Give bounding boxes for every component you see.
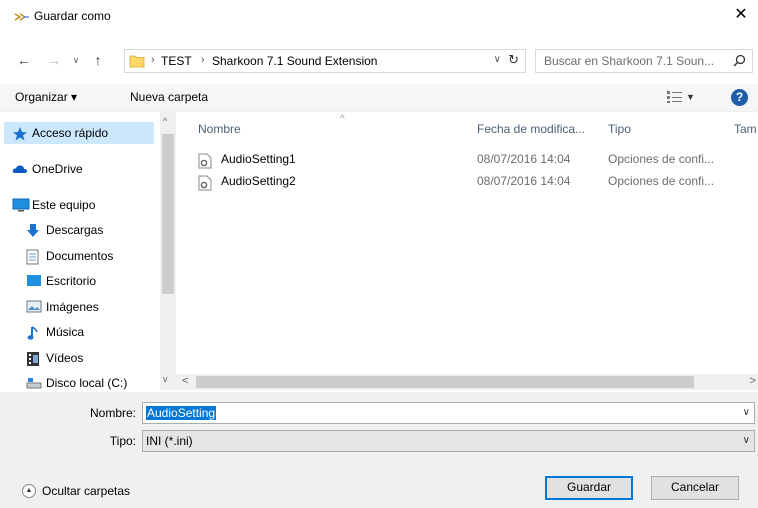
sidebar-item-label: Descargas: [46, 223, 104, 237]
file-type: Opciones de confi...: [608, 152, 715, 166]
breadcrumb-separator: ›: [201, 54, 205, 66]
close-icon[interactable]: ✕: [724, 0, 758, 32]
column-header-name[interactable]: Nombre ^: [198, 114, 345, 136]
file-date: 08/07/2016 14:04: [477, 152, 571, 166]
scroll-down-arrow-icon[interactable]: v: [163, 374, 168, 384]
breadcrumb-item-test[interactable]: TEST: [161, 54, 192, 68]
file-row[interactable]: AudioSetting1 08/07/2016 14:04 Opciones …: [188, 150, 758, 170]
collapse-chevron-icon: ▲: [22, 484, 36, 498]
column-header-size[interactable]: Tam: [734, 122, 757, 136]
music-icon: [26, 325, 42, 340]
title-bar: Guardar como ✕: [0, 0, 758, 32]
refresh-icon[interactable]: ↻: [508, 52, 519, 68]
file-name-input[interactable]: AudioSetting ∨: [142, 402, 755, 424]
file-type-value: INI (*.ini): [146, 434, 193, 448]
sidebar-item-pictures[interactable]: Imágenes: [4, 296, 154, 318]
file-name-label: Nombre:: [89, 406, 136, 420]
file-name: AudioSetting2: [221, 174, 296, 188]
navigation-pane: Acceso rápido OneDrive Este equipo Desca…: [0, 112, 160, 390]
search-icon[interactable]: [733, 54, 746, 70]
sidebar-item-videos[interactable]: Vídeos: [4, 347, 154, 369]
cancel-button[interactable]: Cancelar: [651, 476, 739, 500]
save-options-panel: Nombre: AudioSetting ∨ Tipo: INI (*.ini)…: [0, 392, 758, 508]
computer-icon: [12, 198, 30, 212]
up-arrow-icon[interactable]: ↑: [88, 50, 108, 70]
download-icon: [26, 223, 42, 237]
star-icon: [12, 126, 28, 141]
file-list-horizontal-scrollbar[interactable]: < >: [176, 374, 758, 390]
column-header-type[interactable]: Tipo: [608, 122, 631, 136]
scrollbar-thumb[interactable]: [162, 134, 174, 294]
save-button[interactable]: Guardar: [545, 476, 633, 500]
scrollbar-thumb[interactable]: [196, 376, 694, 388]
new-folder-button[interactable]: Nueva carpeta: [130, 90, 208, 104]
sidebar-item-this-pc[interactable]: Este equipo: [4, 194, 154, 216]
scroll-up-arrow-icon[interactable]: ^: [163, 116, 167, 126]
document-icon: [26, 249, 42, 265]
folder-icon: [129, 53, 145, 72]
search-placeholder: Buscar en Sharkoon 7.1 Soun...: [544, 54, 715, 68]
sidebar-item-label: Vídeos: [46, 351, 84, 365]
command-toolbar: Organizar ▾ Nueva carpeta ▼ ?: [0, 84, 758, 112]
dialog-app-icon: [14, 11, 30, 25]
column-header-label: Nombre: [198, 122, 241, 136]
video-icon: [26, 351, 42, 366]
window-title: Guardar como: [34, 9, 111, 23]
sidebar-item-label: Acceso rápido: [32, 126, 109, 140]
file-name-dropdown-chevron-icon[interactable]: ∨: [743, 407, 750, 418]
view-dropdown-chevron-icon[interactable]: ▼: [686, 92, 695, 102]
sidebar-item-label: Documentos: [46, 249, 114, 263]
recent-locations-chevron-icon[interactable]: ∨: [66, 50, 86, 70]
back-arrow-icon[interactable]: ←: [14, 50, 34, 70]
hide-folders-label: Ocultar carpetas: [42, 484, 131, 498]
column-header-date[interactable]: Fecha de modifica...: [477, 122, 585, 136]
sidebar-item-label: Este equipo: [32, 198, 96, 212]
scroll-right-arrow-icon[interactable]: >: [750, 375, 756, 387]
sidebar-item-label: Música: [46, 325, 85, 339]
image-icon: [26, 300, 42, 314]
file-name: AudioSetting1: [221, 152, 296, 166]
sidebar-item-label: Imágenes: [46, 300, 99, 314]
sidebar-item-onedrive[interactable]: OneDrive: [4, 158, 154, 180]
help-icon[interactable]: ?: [731, 89, 748, 106]
file-type-label: Tipo:: [109, 434, 136, 448]
file-date: 08/07/2016 14:04: [477, 174, 571, 188]
file-name-value: AudioSetting: [146, 406, 217, 420]
desktop-icon: [26, 274, 42, 288]
organize-menu-button[interactable]: Organizar ▾: [15, 90, 77, 104]
scroll-left-arrow-icon[interactable]: <: [182, 375, 188, 387]
file-type-select[interactable]: INI (*.ini) ∨: [142, 430, 755, 452]
breadcrumb-item-sharkoon[interactable]: Sharkoon 7.1 Sound Extension: [212, 54, 377, 68]
sidebar-item-label: Disco local (C:): [46, 376, 128, 390]
file-type-dropdown-chevron-icon[interactable]: ∨: [743, 435, 750, 446]
navigation-pane-scrollbar[interactable]: ^ v: [160, 112, 176, 390]
sidebar-item-downloads[interactable]: Descargas: [4, 219, 154, 241]
view-options-icon[interactable]: [666, 90, 684, 107]
drive-icon: [26, 376, 42, 390]
sidebar-item-documents[interactable]: Documentos: [4, 245, 154, 267]
file-row[interactable]: AudioSetting2 08/07/2016 14:04 Opciones …: [188, 172, 758, 192]
file-list: Nombre ^ Fecha de modifica... Tipo Tam A…: [176, 112, 758, 374]
sidebar-item-label: OneDrive: [32, 162, 83, 176]
navigation-bar: ← → ∨ ↑ › TEST › Sharkoon 7.1 Sound Exte…: [0, 44, 758, 78]
search-box[interactable]: Buscar en Sharkoon 7.1 Soun...: [535, 49, 753, 73]
settings-file-icon: [198, 175, 212, 194]
settings-file-icon: [198, 153, 212, 172]
sidebar-item-music[interactable]: Música: [4, 321, 154, 343]
address-history-chevron-icon[interactable]: ∨: [494, 54, 501, 65]
sort-ascending-icon: ^: [340, 114, 345, 125]
address-bar[interactable]: › TEST › Sharkoon 7.1 Sound Extension ∨ …: [124, 49, 526, 73]
forward-arrow-icon[interactable]: →: [44, 50, 64, 70]
file-type: Opciones de confi...: [608, 174, 715, 188]
sidebar-item-local-disk[interactable]: Disco local (C:): [4, 372, 154, 390]
sidebar-item-desktop[interactable]: Escritorio: [4, 270, 154, 292]
breadcrumb-separator: ›: [151, 54, 155, 66]
sidebar-item-quick-access[interactable]: Acceso rápido: [4, 122, 154, 144]
cloud-icon: [12, 162, 28, 176]
sidebar-item-label: Escritorio: [46, 274, 97, 288]
